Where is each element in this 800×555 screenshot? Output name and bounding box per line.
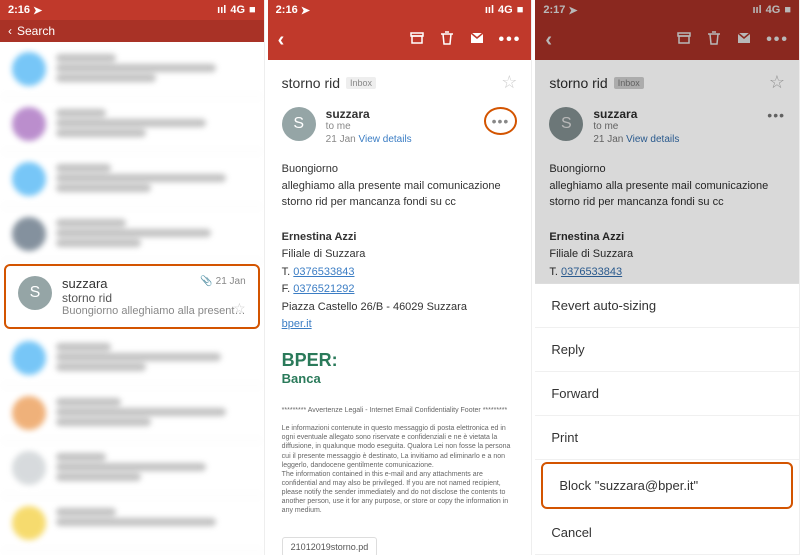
list-item[interactable] xyxy=(0,207,264,262)
action-reply[interactable]: Reply xyxy=(535,328,799,372)
action-revert[interactable]: Revert auto-sizing xyxy=(535,284,799,328)
email-date: 📎 21 Jan xyxy=(200,276,245,287)
signal-icon: ııl xyxy=(485,4,494,16)
subject-text: storno rid xyxy=(282,75,340,91)
sender-to: to me xyxy=(326,121,474,132)
more-icon[interactable]: ••• xyxy=(499,31,522,49)
inbox-badge: Inbox xyxy=(346,77,376,89)
status-bar: 2:16➤ ııl 4G ■ xyxy=(0,0,264,20)
action-forward[interactable]: Forward xyxy=(535,372,799,416)
action-cancel[interactable]: Cancel xyxy=(535,511,799,555)
avatar xyxy=(12,451,46,485)
signature: Ernestina Azzi Filiale di Suzzara T. 037… xyxy=(268,221,532,343)
web-link[interactable]: bper.it xyxy=(282,318,312,330)
trash-icon[interactable] xyxy=(439,30,455,51)
avatar xyxy=(12,107,46,141)
battery-icon: ■ xyxy=(517,4,524,16)
network-label: 4G xyxy=(498,4,513,16)
star-icon[interactable]: ☆ xyxy=(501,72,517,93)
avatar xyxy=(12,217,46,251)
back-button[interactable]: ‹ xyxy=(278,29,285,52)
attachment-chip[interactable]: 21012019storno.pd xyxy=(282,537,378,555)
sender-row: S suzzara to me 21 Jan View details ••• xyxy=(268,101,532,151)
tel-link[interactable]: 0376533843 xyxy=(293,266,354,278)
location-icon: ➤ xyxy=(301,4,310,17)
avatar xyxy=(12,506,46,540)
screen-inbox: 2:16➤ ııl 4G ■ ‹ Search S suzzara storno r… xyxy=(0,0,265,555)
subject-row: storno rid Inbox ☆ xyxy=(268,60,532,101)
status-time: 2:16 xyxy=(8,4,30,16)
battery-icon: ■ xyxy=(249,4,256,16)
star-icon[interactable]: ☆ xyxy=(233,300,246,317)
signal-icon: ııl xyxy=(217,4,226,16)
legal-footer: ********* Avvertenze Legali - Internet E… xyxy=(268,394,532,527)
toolbar: ‹ ••• xyxy=(268,20,532,60)
list-item-suzzara[interactable]: S suzzara storno rid Buongiorno alleghia… xyxy=(4,264,260,329)
search-label: Search xyxy=(17,24,55,38)
view-details-link[interactable]: View details xyxy=(358,134,411,145)
list-item[interactable] xyxy=(0,42,264,97)
sender-more-button[interactable]: ••• xyxy=(484,107,518,135)
avatar xyxy=(12,396,46,430)
action-block[interactable]: Block "suzzara@bper.it" xyxy=(541,462,793,509)
list-item[interactable] xyxy=(0,331,264,386)
bper-logo: BPER: Banca xyxy=(268,342,532,394)
email-subject: storno rid xyxy=(62,291,246,305)
screen-action-sheet: 2:17➤ ııl4G■ ‹ ••• storno ridInbox☆ S su… xyxy=(535,0,800,555)
status-bar: 2:16➤ ııl 4G ■ xyxy=(268,0,532,20)
archive-icon[interactable] xyxy=(409,30,425,51)
avatar xyxy=(12,162,46,196)
sender-name: suzzara xyxy=(326,107,474,121)
list-item[interactable] xyxy=(0,152,264,207)
screen-email-detail: 2:16➤ ııl 4G ■ ‹ ••• storno rid Inbox ☆ S s… xyxy=(268,0,533,555)
attachment-icon: 📎 xyxy=(200,276,212,287)
avatar xyxy=(12,341,46,375)
email-preview: Buongiorno alleghiamo alla presente mail… xyxy=(62,305,246,317)
mail-icon[interactable] xyxy=(469,30,485,51)
email-body: Buongiorno alleghiamo alla presente mail… xyxy=(268,151,532,221)
action-sheet: Revert auto-sizing Reply Forward Print B… xyxy=(535,283,799,555)
status-time: 2:16 xyxy=(276,4,298,16)
list-item[interactable] xyxy=(0,496,264,551)
list-item[interactable] xyxy=(0,441,264,496)
search-chevron-icon: ‹ xyxy=(8,24,12,38)
email-list: S suzzara storno rid Buongiorno alleghia… xyxy=(0,42,264,551)
location-icon: ➤ xyxy=(33,4,42,17)
fax-link[interactable]: 0376521292 xyxy=(293,283,354,295)
action-print[interactable]: Print xyxy=(535,416,799,460)
list-item[interactable] xyxy=(0,386,264,441)
avatar xyxy=(12,52,46,86)
list-item[interactable] xyxy=(0,97,264,152)
avatar: S xyxy=(282,107,316,141)
network-label: 4G xyxy=(230,4,245,16)
avatar: S xyxy=(18,276,52,310)
search-bar[interactable]: ‹ Search xyxy=(0,20,264,42)
